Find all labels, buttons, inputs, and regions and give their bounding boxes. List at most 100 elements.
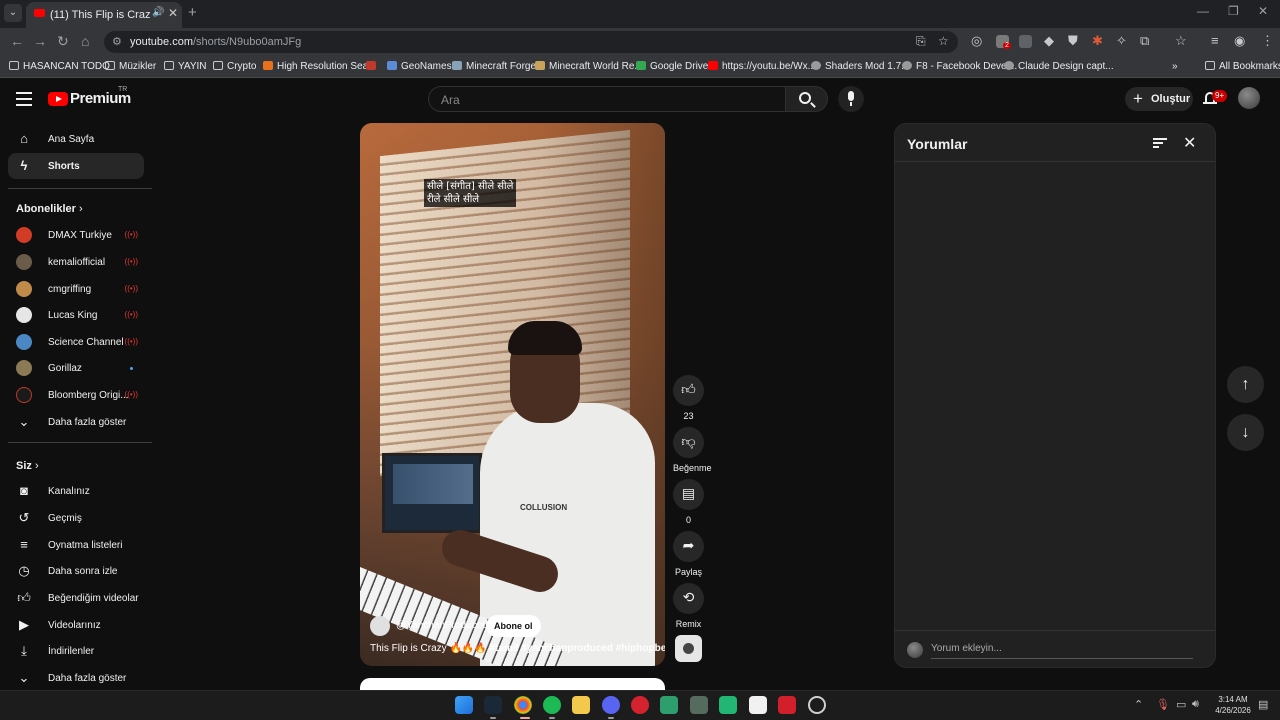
app-circle-icon[interactable] [808, 696, 826, 714]
sort-icon[interactable] [1153, 138, 1167, 148]
reload-button[interactable]: ↻ [57, 33, 69, 50]
subscriptions-show-more[interactable]: ⌄ Daha fazla göster [8, 409, 144, 435]
account-avatar[interactable] [1238, 87, 1260, 109]
bookmark-item[interactable]: F8 - Facebook Devel... [902, 61, 1017, 72]
sidebar-item-watch-later[interactable]: ◷ Daha sonra izle [8, 558, 144, 584]
extension-diamond-icon[interactable]: ◆ [1044, 33, 1054, 49]
next-short-button[interactable]: ↓ [1227, 414, 1264, 451]
notification-center-icon[interactable]: ▤ [1258, 698, 1268, 711]
discord-icon[interactable] [602, 696, 620, 714]
bookmark-item[interactable]: YAYIN [164, 61, 207, 72]
all-bookmarks[interactable]: All Bookmarks [1205, 61, 1280, 72]
you-show-more[interactable]: ⌄ Daha fazla göster [8, 665, 144, 691]
subscription-item[interactable]: DMAX Turkiye ((•)) [8, 222, 144, 248]
home-button[interactable]: ⌂ [81, 33, 89, 49]
steam-icon[interactable] [484, 696, 502, 714]
extension-tools-icon[interactable]: ✧ [1116, 33, 1127, 49]
sidebar-item-liked-videos[interactable]: 👍︎ Beğendiğim videolar [8, 585, 144, 611]
network-icon[interactable]: ▭ [1176, 698, 1186, 711]
close-icon[interactable]: ✕ [1183, 133, 1196, 153]
remix-button[interactable]: ⟲ Remix [673, 583, 704, 629]
chrome-icon[interactable] [514, 696, 532, 714]
reading-list-icon[interactable]: ☆ [1175, 33, 1187, 49]
subscription-item[interactable]: Lucas King ((•)) [8, 302, 144, 328]
sidebar-item-your-channel[interactable]: ◙ Kanalınız [8, 478, 144, 504]
search-button[interactable] [786, 86, 828, 112]
bookmark-item[interactable]: Shaders Mod 1.7.2 [811, 61, 910, 72]
install-app-icon[interactable]: ⎘ [916, 34, 926, 49]
app-white-icon[interactable] [749, 696, 767, 714]
system-clock[interactable]: 3:14 AM 4/26/2026 [1213, 694, 1253, 716]
subscription-item[interactable]: Bloomberg Origi... ((•)) [8, 382, 144, 408]
previous-short-button[interactable]: ↑ [1227, 366, 1264, 403]
bookmark-item[interactable]: Minecraft Forge [452, 61, 536, 72]
subscriptions-heading[interactable]: Abonelikler › [16, 203, 83, 215]
comment-input[interactable]: Yorum ekleyin... [931, 643, 1002, 654]
app-redstripe-icon[interactable] [778, 696, 796, 714]
search-input[interactable]: Ara [428, 86, 786, 112]
share-button[interactable]: ➦ Paylaş [673, 531, 704, 577]
new-tab-button[interactable]: + [188, 4, 197, 21]
bookmark-item[interactable]: Crypto [213, 61, 256, 72]
video-title[interactable]: This Flip is Crazy 🔥🔥🔥 #tamil #yanchanpr… [370, 643, 665, 654]
voice-search-button[interactable] [838, 86, 864, 112]
subscription-item[interactable]: Gorillaz [8, 355, 144, 381]
profile-icon[interactable]: ◉ [1234, 33, 1245, 49]
sidebar-item-downloads[interactable]: ⤓ İndirilenler [8, 638, 144, 664]
extension-circle-icon[interactable]: ◎ [971, 33, 982, 49]
extensions-puzzle-icon[interactable]: ⧉ [1140, 33, 1149, 49]
menu-icon[interactable] [16, 92, 32, 106]
bookmark-item[interactable]: https://youtu.be/Wx... [708, 61, 816, 72]
file-explorer-icon[interactable] [572, 696, 590, 714]
sidebar-item-home[interactable]: ⌂ Ana Sayfa [8, 126, 144, 152]
extension-leaf-icon[interactable]: ✱ [1092, 33, 1103, 49]
next-short-preview[interactable] [360, 678, 665, 690]
app-mint-icon[interactable] [719, 696, 737, 714]
forward-button[interactable]: → [33, 33, 47, 49]
maximize-button[interactable]: ❐ [1228, 4, 1239, 18]
spotify-icon[interactable] [543, 696, 561, 714]
address-bar[interactable]: ⚙ youtube.com/shorts/N9ubo0amJFg ⎘ ☆ [104, 31, 958, 53]
back-button[interactable]: ← [10, 33, 24, 49]
bookmark-item[interactable]: HASANCAN TODO [9, 61, 110, 72]
create-button[interactable]: + Oluştur [1125, 87, 1193, 111]
window-close-button[interactable]: ✕ [1258, 4, 1268, 18]
tab-close-icon[interactable]: ✕ [168, 6, 178, 20]
bookmarks-overflow-icon[interactable]: » [1172, 61, 1178, 72]
bookmark-star-icon[interactable]: ☆ [938, 34, 949, 48]
tray-overflow-icon[interactable]: ⌃ [1134, 698, 1143, 711]
subscription-item[interactable]: kemaliofficial ((•)) [8, 249, 144, 275]
like-button[interactable]: 👍︎ 23 [673, 375, 704, 421]
audio-source-thumbnail[interactable] [675, 635, 702, 662]
browser-menu-icon[interactable]: ⋮ [1261, 33, 1274, 49]
dislike-button[interactable]: 👎︎ Beğenme [673, 427, 712, 473]
channel-name[interactable]: @YanchanProduced [396, 620, 488, 631]
subscription-item[interactable]: Science Channel ((•)) [8, 329, 144, 355]
volume-icon[interactable]: 🔊︎ [1192, 698, 1199, 711]
bookmark-item[interactable]: Claude Design capt... [1004, 61, 1114, 72]
bookmark-item[interactable]: Minecraft World Re... [535, 61, 643, 72]
app-gray-icon[interactable] [690, 696, 708, 714]
minimize-button[interactable]: — [1197, 4, 1209, 18]
sidebar-item-shorts[interactable]: ϟ Shorts [8, 153, 144, 179]
sidebar-item-history[interactable]: ↺ Geçmiş [8, 505, 144, 531]
subscription-item[interactable]: cmgriffing ((•)) [8, 276, 144, 302]
browser-tab-active[interactable]: (11) This Flip is Crazy 🔥🔥 🔊 ✕ [26, 2, 182, 28]
app-red-icon[interactable] [631, 696, 649, 714]
media-control-icon[interactable]: ≡ [1211, 33, 1219, 48]
extension-window-icon[interactable] [1019, 35, 1032, 48]
app-green-icon[interactable] [660, 696, 678, 714]
sidebar-item-playlists[interactable]: ≡ Oynatma listeleri [8, 532, 144, 558]
extension-shield2-icon[interactable]: ⛊ [1068, 33, 1078, 49]
audio-playing-icon[interactable]: 🔊 [152, 7, 164, 18]
bookmark-item[interactable]: Google Drive [636, 61, 708, 72]
you-heading[interactable]: Siz › [16, 460, 39, 472]
sidebar-item-your-videos[interactable]: ▶ Videolarınız [8, 612, 144, 638]
bookmark-item[interactable]: GeoNames [387, 61, 452, 72]
site-info-icon[interactable]: ⚙ [112, 35, 122, 48]
shorts-video-player[interactable]: COLLUSION सीले [संगीत] सीले सीले रीले सी… [360, 123, 665, 666]
channel-avatar[interactable] [370, 616, 390, 636]
comments-button[interactable]: ▤ 0 [673, 479, 704, 525]
video-hashtags[interactable]: #tamil #yanchanproduced #hiphopbeats [490, 643, 665, 654]
windows-start-icon[interactable] [455, 696, 473, 714]
